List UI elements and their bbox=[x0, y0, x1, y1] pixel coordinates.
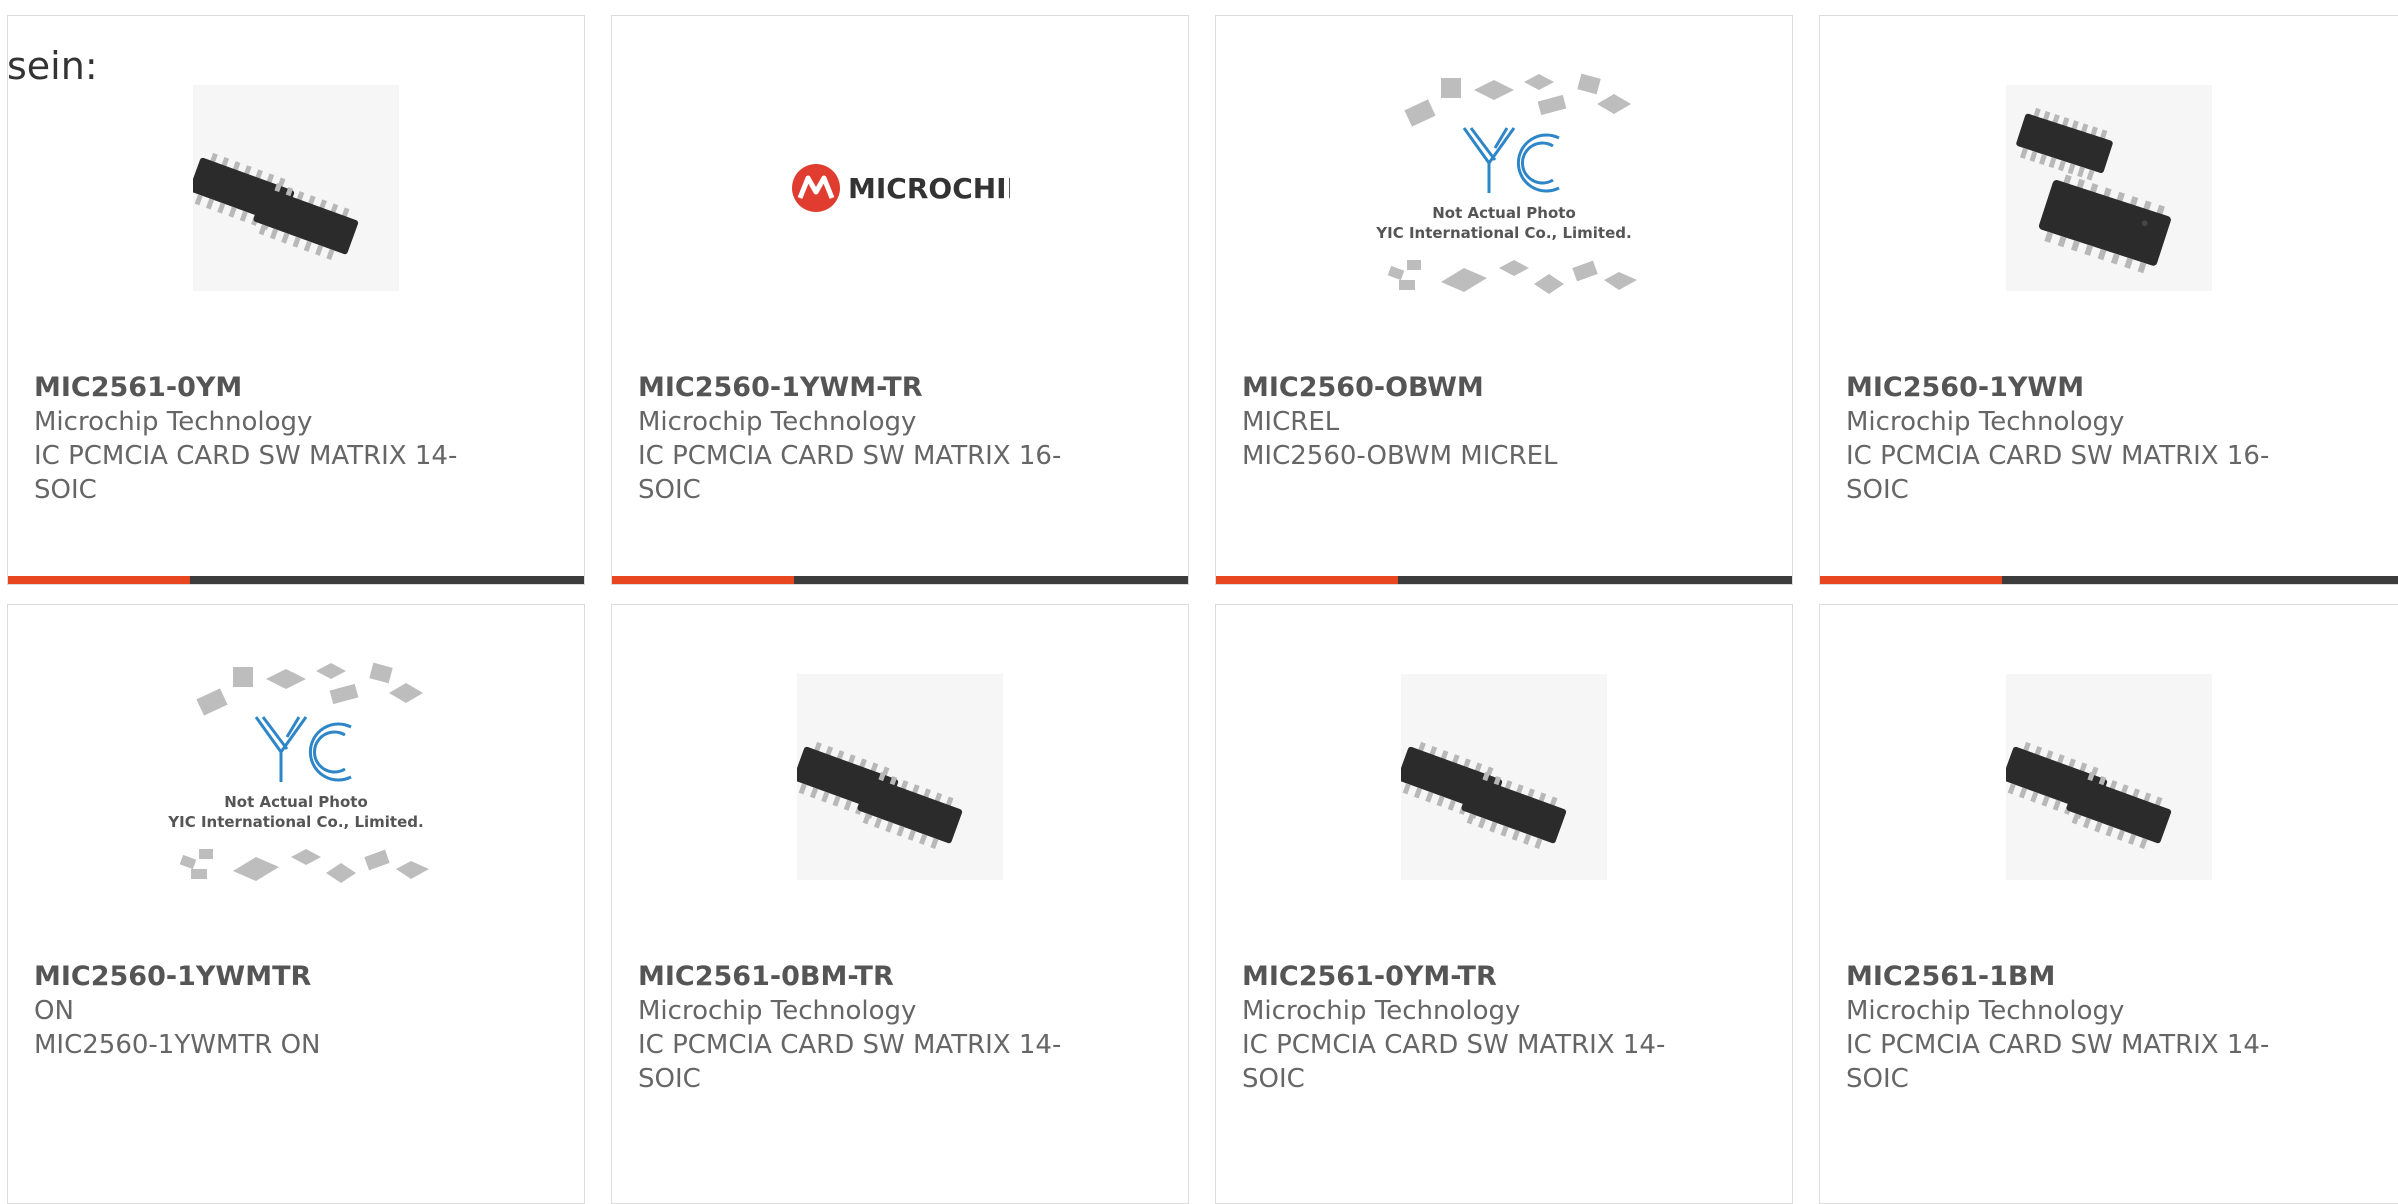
product-card[interactable]: MIC2561-1BM Microchip Technology IC PCMC… bbox=[1819, 604, 2398, 1204]
product-info: MIC2561-1BM Microchip Technology IC PCMC… bbox=[1846, 960, 2316, 1096]
product-info: MIC2561-0YM-TR Microchip Technology IC P… bbox=[1242, 960, 1712, 1096]
product-image[interactable] bbox=[1820, 674, 2397, 880]
yic-placeholder-image: Not Actual Photo YIC International Co., … bbox=[1375, 73, 1637, 294]
part-number[interactable]: MIC2561-0BM-TR bbox=[638, 960, 1108, 994]
product-info: MIC2560-OBWM MICREL MIC2560-OBWM MICREL bbox=[1242, 371, 1712, 473]
description: IC PCMCIA CARD SW MATRIX 16-SOIC bbox=[638, 441, 1062, 505]
manufacturer: Microchip Technology bbox=[1242, 996, 1521, 1026]
product-info: MIC2561-0YM Microchip Technology IC PCMC… bbox=[34, 371, 504, 507]
intro-text: sein: bbox=[7, 44, 98, 88]
part-number[interactable]: MIC2560-OBWM bbox=[1242, 371, 1712, 405]
product-card[interactable]: MIC2561-0BM-TR Microchip Technology IC P… bbox=[611, 604, 1189, 1204]
soic-chip-image bbox=[193, 85, 399, 291]
manufacturer: Microchip Technology bbox=[638, 996, 917, 1026]
product-card[interactable]: Not Actual Photo YIC International Co., … bbox=[7, 604, 585, 1204]
product-card[interactable]: MIC2561-0YM Microchip Technology IC PCMC… bbox=[7, 15, 585, 585]
description: IC PCMCIA CARD SW MATRIX 14-SOIC bbox=[34, 441, 458, 505]
soic-chip-image bbox=[2005, 674, 2212, 880]
part-number[interactable]: MIC2560-1YWMTR bbox=[34, 960, 504, 994]
microchip-logo-icon: MICROCHIP bbox=[792, 164, 1010, 212]
product-image[interactable]: Not Actual Photo YIC International Co., … bbox=[8, 662, 584, 883]
part-number[interactable]: MIC2561-0YM bbox=[34, 371, 504, 405]
part-number[interactable]: MIC2561-1BM bbox=[1846, 960, 2316, 994]
description: IC PCMCIA CARD SW MATRIX 14-SOIC bbox=[1846, 1030, 2270, 1094]
product-image[interactable] bbox=[1820, 85, 2397, 291]
product-image[interactable]: MICROCHIP bbox=[612, 85, 1188, 291]
svg-text:YIC International Co., Limited: YIC International Co., Limited. bbox=[167, 813, 423, 831]
part-number[interactable]: MIC2560-1YWM bbox=[1846, 371, 2316, 405]
description: IC PCMCIA CARD SW MATRIX 16-SOIC bbox=[1846, 441, 2270, 505]
part-number[interactable]: MIC2561-0YM-TR bbox=[1242, 960, 1712, 994]
description: IC PCMCIA CARD SW MATRIX 14-SOIC bbox=[638, 1030, 1062, 1094]
card-accent-bar bbox=[612, 576, 1188, 584]
manufacturer: Microchip Technology bbox=[638, 407, 917, 437]
product-image[interactable] bbox=[1216, 674, 1792, 880]
manufacturer: MICREL bbox=[1242, 407, 1340, 437]
manufacturer: ON bbox=[34, 996, 74, 1026]
product-card[interactable]: MIC2560-1YWM Microchip Technology IC PCM… bbox=[1819, 15, 2398, 585]
svg-text:Not Actual Photo: Not Actual Photo bbox=[1432, 204, 1576, 222]
product-info: MIC2561-0BM-TR Microchip Technology IC P… bbox=[638, 960, 1108, 1096]
product-info: MIC2560-1YWMTR ON MIC2560-1YWMTR ON bbox=[34, 960, 504, 1062]
manufacturer: Microchip Technology bbox=[1846, 996, 2125, 1026]
description: MIC2560-1YWMTR ON bbox=[34, 1030, 321, 1060]
manufacturer: Microchip Technology bbox=[1846, 407, 2125, 437]
soic-chip-image bbox=[797, 674, 1003, 880]
description: MIC2560-OBWM MICREL bbox=[1242, 441, 1558, 471]
product-card[interactable]: MIC2561-0YM-TR Microchip Technology IC P… bbox=[1215, 604, 1793, 1204]
manufacturer: Microchip Technology bbox=[34, 407, 313, 437]
soic-chip-image bbox=[1401, 674, 1607, 880]
product-image[interactable]: Not Actual Photo YIC International Co., … bbox=[1216, 73, 1792, 294]
description: IC PCMCIA CARD SW MATRIX 14-SOIC bbox=[1242, 1030, 1666, 1094]
svg-text:MICROCHIP: MICROCHIP bbox=[848, 172, 1010, 205]
product-image[interactable] bbox=[8, 85, 584, 291]
card-accent-bar bbox=[1820, 576, 2398, 584]
product-card[interactable]: MICROCHIP MIC2560-1YWM-TR Microchip Tech… bbox=[611, 15, 1189, 585]
yic-placeholder-image: Not Actual Photo YIC International Co., … bbox=[167, 662, 429, 883]
product-card[interactable]: Not Actual Photo YIC International Co., … bbox=[1215, 15, 1793, 585]
product-image[interactable] bbox=[612, 674, 1188, 880]
card-accent-bar bbox=[1216, 576, 1792, 584]
product-info: MIC2560-1YWM Microchip Technology IC PCM… bbox=[1846, 371, 2316, 507]
soic-chip-image bbox=[2005, 85, 2212, 291]
part-number[interactable]: MIC2560-1YWM-TR bbox=[638, 371, 1108, 405]
svg-text:Not Actual Photo: Not Actual Photo bbox=[224, 793, 368, 811]
card-accent-bar bbox=[8, 576, 584, 584]
product-info: MIC2560-1YWM-TR Microchip Technology IC … bbox=[638, 371, 1108, 507]
svg-text:YIC International Co., Limited: YIC International Co., Limited. bbox=[1375, 224, 1631, 242]
